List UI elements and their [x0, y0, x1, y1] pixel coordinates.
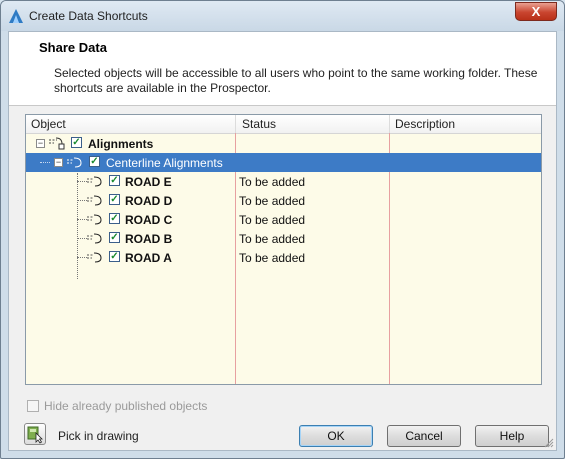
- alignments-checkbox[interactable]: ✓: [71, 137, 82, 148]
- shortcuts-tree-table[interactable]: Object Status Description − ✓ Alignments: [25, 114, 542, 385]
- status-road-a: To be added: [239, 251, 306, 265]
- status-road-b: To be added: [239, 232, 306, 246]
- alignment-icon: [67, 157, 82, 168]
- node-label-road-a: ROAD A: [125, 251, 172, 265]
- alignment-icon: [87, 214, 102, 225]
- column-header-object[interactable]: Object: [31, 117, 66, 131]
- section-title: Share Data: [39, 40, 107, 55]
- node-label-road-d: ROAD D: [125, 194, 173, 208]
- resize-grip-icon[interactable]: [544, 438, 554, 448]
- alignment-icon: [87, 233, 102, 244]
- status-road-d: To be added: [239, 194, 306, 208]
- tree-row-road-b[interactable]: ✓ ROAD B To be added: [26, 229, 541, 248]
- dialog-body: Share Data Selected objects will be acce…: [8, 31, 557, 451]
- hide-published-checkbox[interactable]: [27, 400, 39, 412]
- help-button[interactable]: Help: [475, 425, 549, 447]
- column-header-bar: Object Status Description: [26, 115, 541, 134]
- alignment-icon: [87, 176, 102, 187]
- section-description: Selected objects will be accessible to a…: [54, 66, 538, 95]
- alignment-collection-icon: [49, 137, 65, 150]
- pick-in-drawing-icon: [27, 426, 43, 444]
- road-d-checkbox[interactable]: ✓: [109, 194, 120, 205]
- app-icon: [9, 9, 23, 23]
- node-label-centerline-alignments: Centerline Alignments: [106, 156, 223, 170]
- tree-row-road-d[interactable]: ✓ ROAD D To be added: [26, 191, 541, 210]
- node-label-road-b: ROAD B: [125, 232, 173, 246]
- cancel-button[interactable]: Cancel: [387, 425, 461, 447]
- road-c-checkbox[interactable]: ✓: [109, 213, 120, 224]
- pick-in-drawing-button[interactable]: [24, 423, 46, 445]
- tree-row-road-e[interactable]: ✓ ROAD E To be added: [26, 172, 541, 191]
- road-a-checkbox[interactable]: ✓: [109, 251, 120, 262]
- alignment-icon: [87, 195, 102, 206]
- ok-button[interactable]: OK: [299, 425, 373, 447]
- header-panel: Share Data Selected objects will be acce…: [9, 32, 556, 106]
- window-title: Create Data Shortcuts: [29, 9, 148, 23]
- collapse-toggle[interactable]: −: [54, 158, 63, 167]
- road-b-checkbox[interactable]: ✓: [109, 232, 120, 243]
- hide-published-label: Hide already published objects: [44, 399, 208, 413]
- node-label-road-e: ROAD E: [125, 175, 172, 189]
- collapse-toggle[interactable]: −: [36, 139, 45, 148]
- create-data-shortcuts-dialog: Create Data Shortcuts X Share Data Selec…: [0, 0, 565, 459]
- centerline-alignments-checkbox[interactable]: ✓: [89, 156, 100, 167]
- tree-row-road-c[interactable]: ✓ ROAD C To be added: [26, 210, 541, 229]
- title-bar[interactable]: Create Data Shortcuts X: [1, 1, 564, 31]
- status-road-e: To be added: [239, 175, 306, 189]
- alignment-icon: [87, 252, 102, 263]
- column-header-status[interactable]: Status: [242, 117, 276, 131]
- node-label-road-c: ROAD C: [125, 213, 173, 227]
- close-icon: X: [531, 4, 541, 19]
- tree-row-road-a[interactable]: ✓ ROAD A To be added: [26, 248, 541, 267]
- column-divider[interactable]: [235, 115, 236, 133]
- road-e-checkbox[interactable]: ✓: [109, 175, 120, 186]
- status-road-c: To be added: [239, 213, 306, 227]
- close-button[interactable]: X: [515, 2, 557, 21]
- tree-connector: [40, 162, 50, 163]
- tree-row-alignments[interactable]: − ✓ Alignments: [26, 134, 541, 153]
- node-label-alignments: Alignments: [88, 137, 154, 151]
- column-divider[interactable]: [389, 115, 390, 133]
- column-header-description[interactable]: Description: [395, 117, 455, 131]
- tree-row-centerline-alignments[interactable]: − ✓ Centerline Alignments: [26, 153, 541, 172]
- pick-in-drawing-label: Pick in drawing: [58, 429, 139, 443]
